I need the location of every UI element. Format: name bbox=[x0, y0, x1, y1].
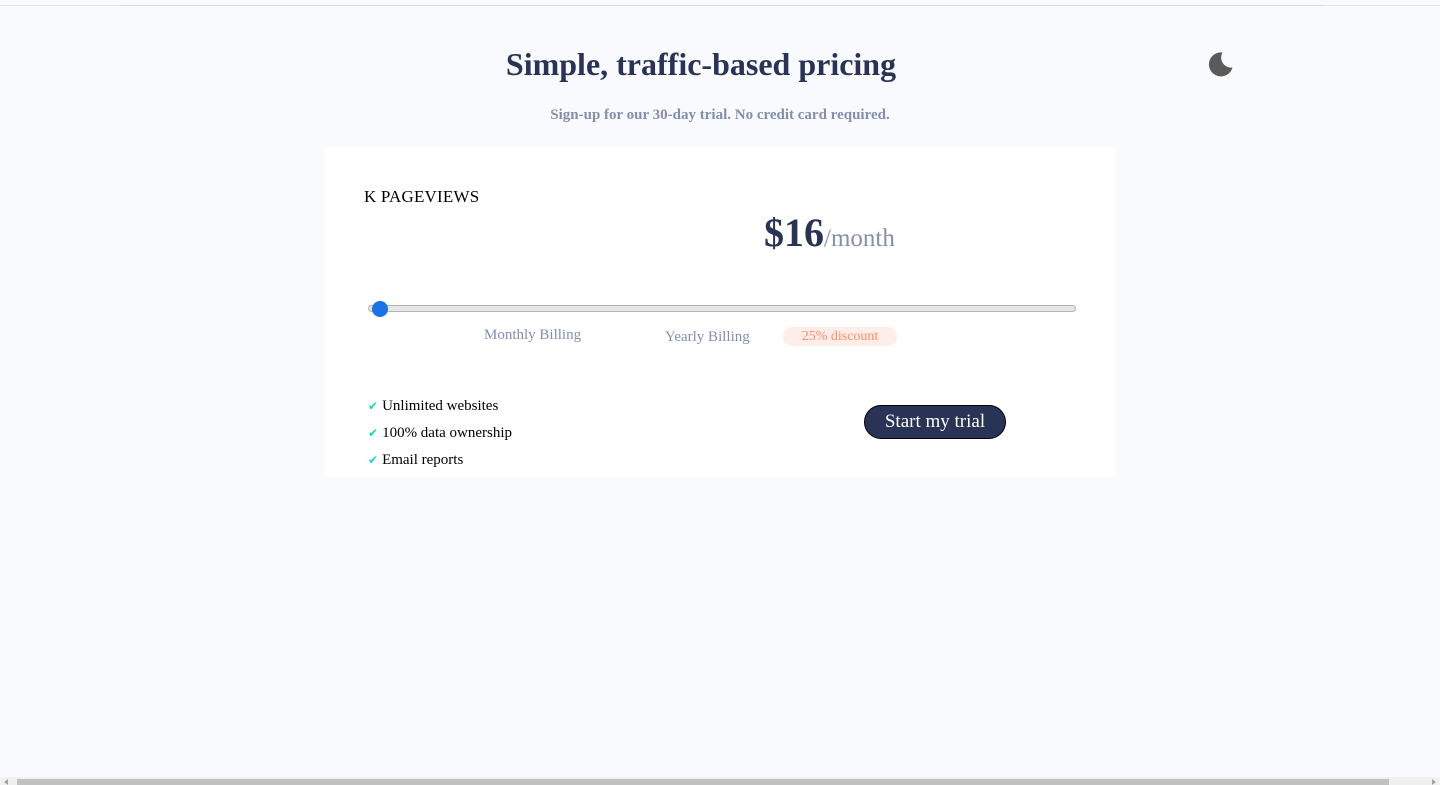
pageviews-slider-track[interactable] bbox=[368, 305, 1076, 312]
feature-label: Unlimited websites bbox=[382, 398, 499, 414]
page-title: Simple, traffic-based pricing bbox=[505, 46, 897, 82]
feature-item: ✔ Email reports bbox=[368, 451, 512, 478]
top-border bbox=[0, 5, 1440, 6]
pricing-card: K PAGEVIEWS $16/month Monthly Billing Ye… bbox=[324, 147, 1116, 477]
feature-item: ✔ Unlimited websites bbox=[368, 397, 512, 424]
feature-label: Email reports bbox=[382, 452, 464, 468]
scroll-left-arrow-icon[interactable] bbox=[4, 779, 8, 785]
price-period: /month bbox=[824, 225, 895, 252]
discount-badge: 25% discount bbox=[783, 327, 897, 346]
checkmark-icon: ✔ bbox=[368, 426, 379, 440]
pageviews-label: K PAGEVIEWS bbox=[364, 187, 480, 206]
top-border-inner bbox=[120, 5, 1325, 6]
page-subtitle: Sign-up for our 30-day trial. No credit … bbox=[550, 107, 890, 123]
feature-label: 100% data ownership bbox=[382, 425, 513, 441]
feature-list: ✔ Unlimited websites ✔ 100% data ownership… bbox=[368, 397, 512, 478]
price-display: $16/month bbox=[764, 209, 895, 256]
monthly-billing-label[interactable]: Monthly Billing bbox=[484, 327, 581, 344]
horizontal-scrollbar-thumb[interactable] bbox=[17, 779, 1389, 785]
scroll-right-arrow-icon[interactable] bbox=[1432, 779, 1436, 785]
price-amount: $16 bbox=[764, 210, 824, 255]
start-trial-button[interactable]: Start my trial bbox=[864, 405, 1006, 439]
checkmark-icon: ✔ bbox=[368, 399, 379, 413]
checkmark-icon: ✔ bbox=[368, 453, 379, 467]
horizontal-scrollbar[interactable] bbox=[0, 777, 1440, 785]
yearly-billing-label[interactable]: Yearly Billing bbox=[665, 329, 750, 346]
theme-toggle-button[interactable] bbox=[1204, 48, 1236, 80]
feature-item: ✔ 100% data ownership bbox=[368, 424, 512, 451]
pageviews-slider-thumb[interactable] bbox=[372, 301, 388, 317]
moon-icon bbox=[1208, 52, 1233, 77]
